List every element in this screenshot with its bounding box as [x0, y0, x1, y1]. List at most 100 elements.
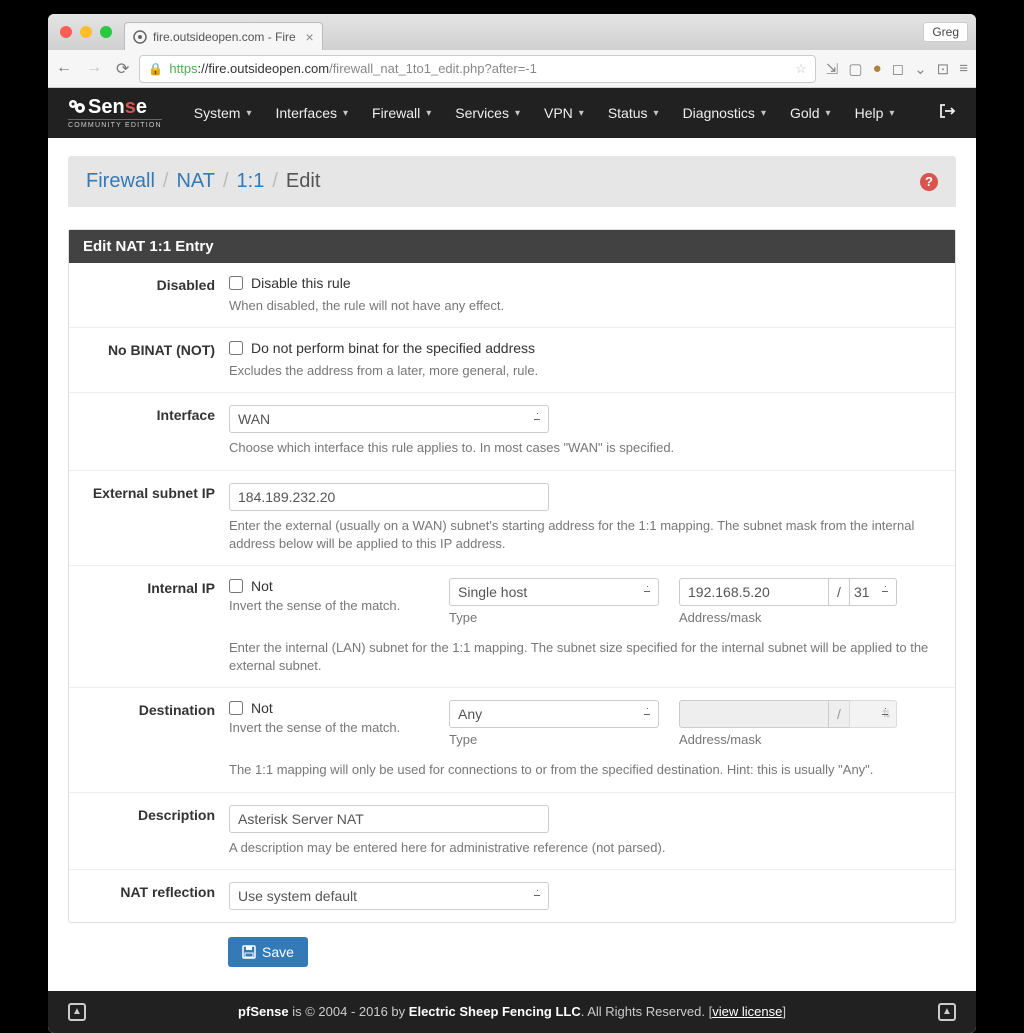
sublabel-internal-type: Type [449, 610, 659, 625]
input-internal-address[interactable] [679, 578, 829, 606]
sublabel-destination-type: Type [449, 732, 659, 747]
nav-status[interactable]: Status [598, 99, 669, 127]
breadcrumb-nat[interactable]: NAT [176, 170, 215, 193]
footer-brand: pfSense [238, 1004, 289, 1019]
cast-icon[interactable]: ▢ [848, 60, 862, 78]
footer-text: ] [782, 1004, 786, 1019]
ext-icon[interactable]: ⊡ [937, 60, 950, 78]
checkbox-internal-not[interactable] [229, 579, 243, 593]
forward-icon[interactable]: → [86, 59, 102, 79]
help-destination-not: Invert the sense of the match. [229, 720, 429, 735]
minimize-window-icon[interactable] [80, 26, 92, 38]
label-internal: Internal IP [69, 578, 229, 675]
url-host: ://fire.outsideopen.com [198, 61, 330, 76]
logo-subtitle: COMMUNITY EDITION [68, 119, 162, 129]
select-destination-mask [849, 700, 897, 728]
panel-title: Edit NAT 1:1 Entry [69, 230, 955, 263]
reload-icon[interactable]: ⟳ [116, 59, 129, 79]
select-destination-type[interactable]: Any [449, 700, 659, 728]
footer-license-link[interactable]: view license [712, 1004, 782, 1019]
ext-icon[interactable]: ● [873, 60, 882, 77]
save-button[interactable]: Save [228, 937, 308, 967]
tab-title: fire.outsideopen.com - Fire [153, 30, 296, 44]
menu-icon[interactable]: ≡ [959, 60, 968, 77]
help-disabled: When disabled, the rule will not have an… [229, 297, 941, 315]
help-description: A description may be entered here for ad… [229, 839, 941, 857]
checkbox-internal-not-text: Not [251, 578, 273, 594]
label-interface: Interface [69, 405, 229, 457]
url-path: /firewall_nat_1to1_edit.php?after=-1 [329, 61, 537, 76]
checkbox-nobinat[interactable] [229, 341, 243, 355]
form-panel: Edit NAT 1:1 Entry Disabled Disable this… [68, 229, 956, 923]
browser-profile[interactable]: Greg [923, 22, 968, 42]
label-destination: Destination [69, 700, 229, 779]
select-interface[interactable]: WAN [229, 405, 549, 433]
input-description[interactable] [229, 805, 549, 833]
window-controls [56, 14, 124, 50]
slash-sep: / [829, 578, 849, 606]
nav-help[interactable]: Help [845, 99, 905, 127]
logo-text-accent: s [125, 96, 136, 118]
nav-services[interactable]: Services [445, 99, 530, 127]
checkbox-destination-not-text: Not [251, 700, 273, 716]
app-navbar: Sense COMMUNITY EDITION System Interface… [48, 88, 976, 138]
breadcrumb-firewall[interactable]: Firewall [86, 170, 155, 193]
nav-gold[interactable]: Gold [780, 99, 841, 127]
label-natreflection: NAT reflection [69, 882, 229, 910]
breadcrumb-sep: / [272, 170, 278, 193]
nav-system[interactable]: System [184, 99, 262, 127]
ext-icon[interactable]: ⌄ [914, 60, 927, 78]
sublabel-destination-addr: Address/mask [679, 732, 897, 747]
ext-icon[interactable]: ◻ [892, 60, 904, 78]
footer-text: . All Rights Reserved. [ [581, 1004, 713, 1019]
help-internal-not: Invert the sense of the match. [229, 598, 429, 613]
scroll-top-icon[interactable]: ▲ [68, 1003, 86, 1021]
nav-diagnostics[interactable]: Diagnostics [673, 99, 776, 127]
label-disabled: Disabled [69, 275, 229, 315]
help-internal: Enter the internal (LAN) subnet for the … [229, 639, 941, 675]
input-destination-address [679, 700, 829, 728]
tab-close-icon[interactable]: × [306, 29, 314, 45]
url-protocol: https [169, 61, 197, 76]
label-nobinat: No BINAT (NOT) [69, 340, 229, 380]
checkbox-nobinat-text: Do not perform binat for the specified a… [251, 340, 535, 356]
input-external-ip[interactable] [229, 483, 549, 511]
favicon-icon [133, 30, 147, 44]
help-interface: Choose which interface this rule applies… [229, 439, 941, 457]
checkbox-destination-not[interactable] [229, 701, 243, 715]
address-bar[interactable]: 🔒 https://fire.outsideopen.com/firewall_… [139, 55, 815, 83]
help-nobinat: Excludes the address from a later, more … [229, 362, 941, 380]
maximize-window-icon[interactable] [100, 26, 112, 38]
nav-vpn[interactable]: VPN [534, 99, 594, 127]
footer: ▲ pfSense is © 2004 - 2016 by Electric S… [48, 991, 976, 1033]
breadcrumb-sep: / [223, 170, 229, 193]
logo[interactable]: Sense COMMUNITY EDITION [68, 97, 162, 129]
browser-tab-bar: fire.outsideopen.com - Fire × Greg [48, 14, 976, 50]
checkbox-disabled[interactable] [229, 276, 243, 290]
browser-tab[interactable]: fire.outsideopen.com - Fire × [124, 22, 323, 50]
breadcrumb-sep: / [163, 170, 169, 193]
select-internal-type[interactable]: Single host [449, 578, 659, 606]
help-icon[interactable]: ? [920, 173, 938, 191]
help-destination: The 1:1 mapping will only be used for co… [229, 761, 941, 779]
close-window-icon[interactable] [60, 26, 72, 38]
label-external: External subnet IP [69, 483, 229, 553]
breadcrumb-1to1[interactable]: 1:1 [237, 170, 265, 193]
browser-toolbar: ← → ⟳ 🔒 https://fire.outsideopen.com/fir… [48, 50, 976, 88]
nav-interfaces[interactable]: Interfaces [266, 99, 359, 127]
back-icon[interactable]: ← [56, 59, 72, 79]
logo-icon [68, 98, 86, 116]
save-label: Save [262, 944, 294, 960]
ext-icon[interactable]: ⇲ [826, 60, 839, 78]
lock-icon: 🔒 [148, 62, 163, 76]
select-internal-mask[interactable]: 31 [849, 578, 897, 606]
scroll-top-icon[interactable]: ▲ [938, 1003, 956, 1021]
select-natreflection[interactable]: Use system default [229, 882, 549, 910]
nav-firewall[interactable]: Firewall [362, 99, 441, 127]
save-icon [242, 945, 256, 959]
logout-icon[interactable] [938, 102, 956, 125]
checkbox-disabled-text: Disable this rule [251, 275, 351, 291]
footer-text: is © 2004 - 2016 by [289, 1004, 409, 1019]
bookmark-icon[interactable]: ☆ [795, 61, 807, 77]
slash-sep: / [829, 700, 849, 728]
